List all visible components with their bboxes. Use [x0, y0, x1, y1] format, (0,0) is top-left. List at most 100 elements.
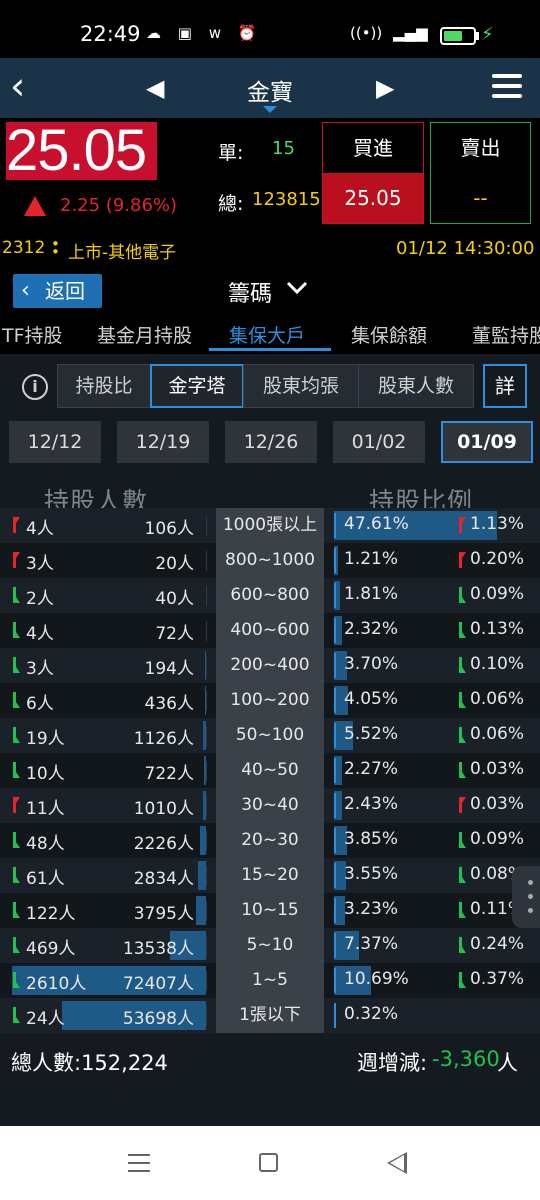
- tab-etf-holdings[interactable]: TF持股: [2, 321, 63, 348]
- ratio-change: 0.03%: [470, 759, 525, 779]
- date-button[interactable]: 01/02: [333, 421, 425, 463]
- sell-button[interactable]: 賣出 --: [430, 122, 531, 224]
- section-title[interactable]: 籌碼: [228, 276, 272, 308]
- top-nav-bar: ‹ ◀ 金寶 ▶: [0, 58, 540, 118]
- up-marker-icon: [13, 552, 20, 568]
- back-icon[interactable]: [387, 1152, 407, 1174]
- holding-ratio: 2.27%: [344, 759, 399, 779]
- tab-director-holdings[interactable]: 董監持股: [472, 321, 540, 348]
- holders-bar: [198, 861, 206, 890]
- holder-count-change: 2人: [26, 589, 54, 609]
- segment-avg-lots[interactable]: 股東均張: [243, 364, 359, 408]
- table-row: 3人 194人 200~400 3.70% 0.10%: [0, 648, 540, 683]
- holder-count: 3795人: [133, 904, 194, 924]
- down-marker-icon: [459, 972, 466, 988]
- holder-count-change: 48人: [26, 834, 65, 854]
- down-marker-icon: [459, 692, 466, 708]
- segment-holder-count[interactable]: 股東人數: [358, 364, 474, 408]
- down-marker-icon: [13, 867, 20, 883]
- buy-price: 25.05: [323, 173, 423, 223]
- recent-apps-icon[interactable]: [128, 1154, 150, 1178]
- down-marker-icon: [13, 1007, 20, 1023]
- down-marker-icon: [459, 762, 466, 778]
- holder-count: 72人: [155, 624, 194, 644]
- tab-fund-monthly[interactable]: 基金月持股: [97, 321, 192, 348]
- holding-ratio: 10.69%: [344, 969, 409, 989]
- down-marker-icon: [13, 972, 20, 988]
- table-row: 11人 1010人 30~40 2.43% 0.03%: [0, 788, 540, 823]
- holding-ratio: 7.37%: [344, 934, 399, 954]
- chevron-left-icon: ‹: [21, 278, 30, 303]
- down-marker-icon: [13, 832, 20, 848]
- tab-custody-balance[interactable]: 集保餘額: [351, 321, 427, 348]
- lot-range: 400~600: [216, 613, 324, 648]
- table-row: 2人 40人 600~800 1.81% 0.09%: [0, 578, 540, 613]
- prev-stock-icon[interactable]: ◀: [146, 74, 164, 102]
- lot-range: 1000張以上: [216, 508, 324, 543]
- ratio-change: 0.24%: [470, 934, 525, 954]
- sell-label: 賣出: [460, 136, 501, 160]
- title-dropdown-icon[interactable]: [263, 106, 277, 113]
- date-button[interactable]: 12/26: [225, 421, 317, 463]
- holding-ratio: 2.43%: [344, 794, 399, 814]
- table-row: 24人 53698人 1張以下 0.32%: [0, 998, 540, 1033]
- up-marker-icon: [459, 517, 466, 533]
- holder-count: 722人: [144, 764, 194, 784]
- table-row: 2610人 72407人 1~5 10.69% 0.37%: [0, 963, 540, 998]
- back-button[interactable]: ‹ 返回: [13, 274, 102, 308]
- ratio-change: 1.13%: [470, 514, 525, 534]
- charging-icon: ⚡: [481, 24, 494, 45]
- ratio-change: 0.13%: [470, 619, 525, 639]
- back-label: 返回: [45, 279, 85, 303]
- down-marker-icon: [459, 832, 466, 848]
- holder-count: 53698人: [122, 1009, 194, 1029]
- lot-range: 30~40: [216, 788, 324, 823]
- table-row: 4人 72人 400~600 2.32% 0.13%: [0, 613, 540, 648]
- more-dots-icon[interactable]: • •: [51, 237, 60, 260]
- ratio-change: 0.09%: [470, 829, 525, 849]
- section-bar: ‹ 返回 籌碼: [0, 266, 540, 314]
- home-icon[interactable]: [259, 1153, 278, 1172]
- date-button[interactable]: 12/19: [117, 421, 209, 463]
- holders-bar: [196, 896, 206, 925]
- holding-ratio: 47.61%: [344, 514, 409, 534]
- holder-count: 106人: [144, 519, 194, 539]
- lot-range: 100~200: [216, 683, 324, 718]
- last-price: 25.05: [6, 122, 157, 180]
- holder-count-change: 61人: [26, 869, 65, 889]
- floating-side-handle[interactable]: [512, 866, 540, 928]
- holder-count-change: 19人: [26, 729, 65, 749]
- table-row: 6人 436人 100~200 4.05% 0.06%: [0, 683, 540, 718]
- system-status-icons: ((•)) ▂▄▆: [350, 24, 428, 42]
- chip-tabs: TF持股 基金月持股 集保大戶 集保餘額 董監持股: [0, 314, 540, 354]
- date-button-active[interactable]: 01/09: [441, 421, 533, 463]
- single-volume-value: 15: [272, 138, 295, 159]
- info-icon[interactable]: i: [22, 374, 48, 400]
- stock-name-title[interactable]: 金寶: [210, 73, 330, 107]
- content-area: i 持股比 金字塔 股東均張 股東人數 詳 12/12 12/19 12/26 …: [0, 354, 540, 1126]
- holder-count: 2226人: [133, 834, 194, 854]
- holder-count-change: 2610人: [26, 974, 87, 994]
- stock-info-line: 2312 • • 上市-其他電子 01/12 14:30:00: [0, 237, 540, 264]
- holding-ratio: 5.52%: [344, 724, 399, 744]
- down-marker-icon: [459, 902, 466, 918]
- total-volume-value: 123815: [252, 189, 321, 210]
- hamburger-icon[interactable]: [492, 74, 522, 104]
- date-button[interactable]: 12/12: [9, 421, 101, 463]
- holder-count-change: 122人: [26, 904, 76, 924]
- next-stock-icon[interactable]: ▶: [376, 74, 394, 102]
- segment-holding-ratio[interactable]: 持股比: [57, 364, 151, 408]
- down-marker-icon: [459, 587, 466, 603]
- ratio-change: 0.06%: [470, 689, 525, 709]
- chevron-left-icon[interactable]: ‹: [10, 66, 25, 106]
- w-app-icon: w: [208, 24, 228, 42]
- active-tab-indicator: [209, 348, 331, 351]
- ratio-change: 0.20%: [470, 549, 525, 569]
- holder-count: 13538人: [122, 939, 194, 959]
- tab-major-holders[interactable]: 集保大戶: [229, 321, 305, 348]
- buy-button[interactable]: 買進 25.05: [322, 122, 424, 224]
- chevron-down-icon[interactable]: [286, 277, 308, 299]
- detail-button[interactable]: 詳: [483, 364, 527, 408]
- system-nav-bar: [0, 1126, 540, 1200]
- segment-pyramid[interactable]: 金字塔: [150, 364, 244, 408]
